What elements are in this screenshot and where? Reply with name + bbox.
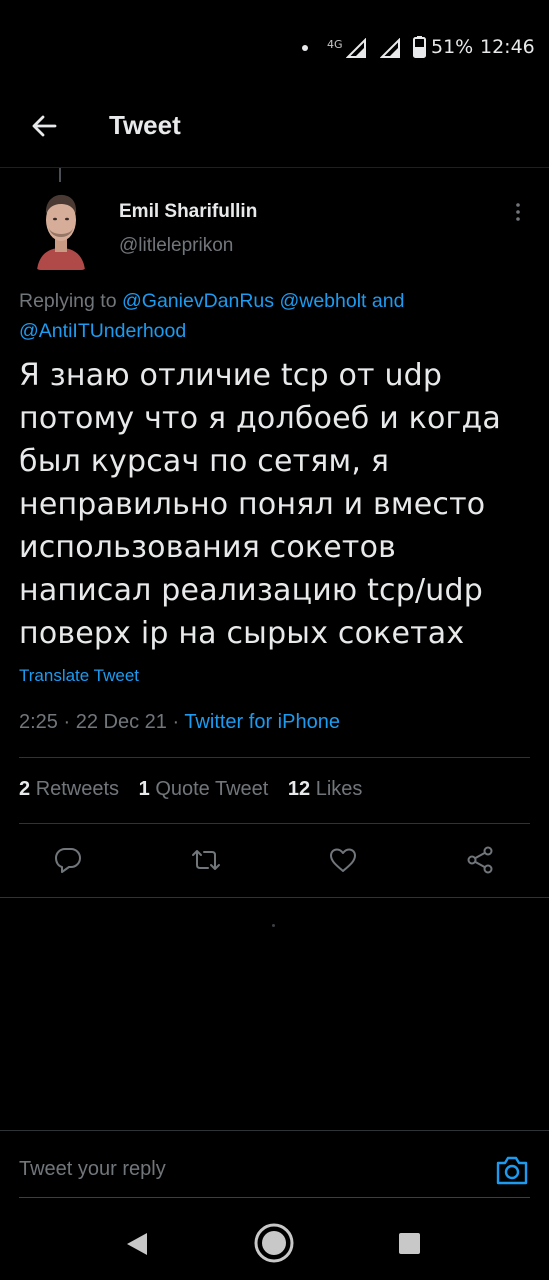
page-title: Tweet (109, 110, 181, 140)
translate-tweet-link[interactable]: Translate Tweet (19, 666, 139, 686)
tweet-date: 22 Dec 21 (75, 711, 167, 733)
reply-bar-divider (0, 1130, 549, 1131)
recents-square-icon[interactable] (398, 1232, 421, 1255)
camera-icon[interactable] (494, 1152, 530, 1188)
back-button[interactable] (24, 106, 64, 146)
avatar-photo (33, 188, 89, 270)
meta-separator: · (63, 711, 76, 733)
network-type: 4G (327, 38, 343, 51)
more-options-icon[interactable] (506, 200, 530, 224)
home-circle-icon[interactable] (253, 1222, 295, 1264)
reply-icon (55, 848, 81, 873)
divider (0, 897, 549, 898)
clock: 12:46 (480, 36, 535, 58)
notification-dot-icon (302, 45, 308, 51)
mention-link[interactable]: @GanievDanRus (122, 290, 274, 312)
meta-separator: · (172, 711, 185, 733)
signal-icon (346, 38, 366, 58)
loading-indicator (272, 924, 275, 927)
retweets-label: Retweets (35, 778, 120, 800)
likes-label: Likes (315, 778, 363, 800)
divider (19, 823, 530, 824)
divider (19, 757, 530, 758)
mention-link[interactable]: @webholt (279, 290, 366, 312)
tweet-time: 2:25 (19, 711, 58, 733)
replying-prefix: Replying to (19, 290, 117, 312)
retweets-stat[interactable]: 2 Retweets (19, 778, 119, 800)
tweet-reply-input[interactable] (19, 1152, 459, 1186)
likes-stat[interactable]: 12 Likes (288, 778, 363, 800)
share-icon (467, 846, 493, 874)
mention-link[interactable]: @AntiITUnderhood (19, 320, 186, 342)
author-name[interactable]: Emil Sharifullin (119, 201, 257, 223)
battery-percent: 51% (431, 36, 474, 58)
arrow-left-icon (32, 115, 57, 137)
replying-to: Replying to @GanievDanRus @webholt and @… (19, 286, 534, 346)
tweet-source-link[interactable]: Twitter for iPhone (184, 711, 340, 733)
header-divider (0, 167, 549, 168)
back-triangle-icon[interactable] (124, 1231, 150, 1257)
quote-tweets-stat[interactable]: 1 Quote Tweet (139, 778, 269, 800)
retweet-icon (192, 850, 220, 870)
retweets-count: 2 (19, 778, 31, 800)
like-button[interactable] (323, 840, 363, 880)
tweet-stats: 2 Retweets 1 Quote Tweet 12 Likes (19, 778, 376, 801)
status-bar: 4G 51% 12:46 (0, 0, 549, 96)
share-button[interactable] (460, 840, 500, 880)
thread-connector-line (59, 168, 61, 182)
likes-count: 12 (287, 778, 311, 800)
quotes-count: 1 (138, 778, 150, 800)
signal-icon (380, 38, 400, 58)
reply-button[interactable] (48, 840, 88, 880)
retweet-button[interactable] (186, 840, 226, 880)
avatar[interactable] (33, 188, 89, 270)
author-handle[interactable]: @litleleprikon (119, 235, 233, 257)
mention-joiner: and (371, 290, 405, 312)
quotes-label: Quote Tweet (155, 778, 269, 800)
tweet-meta: 2:25 · 22 Dec 21 · Twitter for iPhone (19, 711, 340, 734)
battery-icon (413, 36, 426, 58)
reply-input-underline (19, 1197, 530, 1198)
tweet-text: Я знаю отличие tcp от udp потому что я д… (19, 358, 502, 651)
like-icon (330, 848, 356, 872)
